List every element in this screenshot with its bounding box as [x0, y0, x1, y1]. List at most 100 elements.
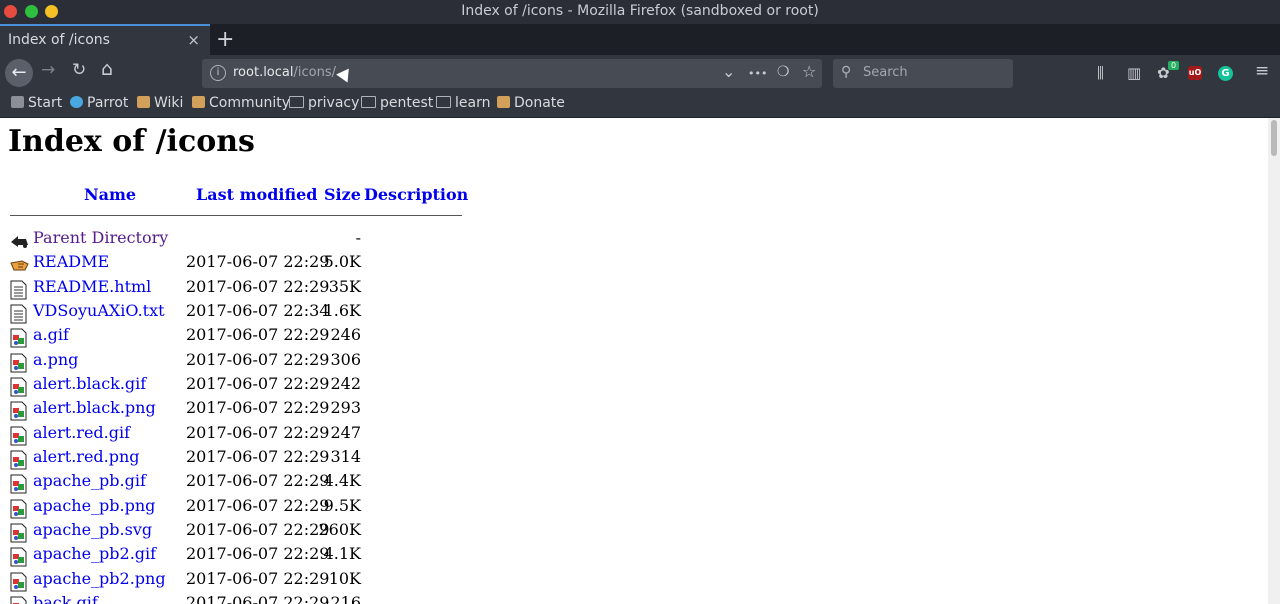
file-link[interactable]: apache_pb.svg — [33, 520, 152, 539]
column-header-last-modified[interactable]: Last modified — [196, 185, 317, 204]
file-size: 9.5K — [323, 495, 361, 515]
file-link[interactable]: Parent Directory — [33, 228, 168, 247]
last-modified: 2017-06-07 22:29 — [186, 592, 330, 604]
file-link[interactable]: alert.red.gif — [33, 423, 130, 442]
file-link[interactable]: apache_pb2.png — [33, 569, 166, 588]
table-row: apache_pb.png 2017-06-07 22:29 9.5K — [0, 496, 470, 520]
table-row: Parent Directory - — [0, 228, 470, 252]
file-size: 260K — [318, 519, 362, 539]
file-size: 293 — [330, 398, 361, 418]
sidebar-icon[interactable]: ▥ — [1127, 64, 1141, 82]
header-divider — [10, 215, 462, 216]
file-link[interactable]: README.html — [33, 277, 151, 296]
vertical-scrollbar[interactable] — [1268, 118, 1280, 604]
ublock-icon[interactable]: uO — [1188, 66, 1202, 80]
last-modified: 2017-06-07 22:29 — [186, 422, 330, 442]
reload-button[interactable]: ↻ — [72, 60, 86, 80]
bookmark-wiki[interactable]: Wiki — [137, 95, 183, 111]
table-row: alert.black.gif 2017-06-07 22:29 242 — [0, 374, 470, 398]
grammarly-icon[interactable]: G — [1218, 66, 1233, 81]
file-link[interactable]: a.png — [33, 350, 78, 369]
text-file-icon — [10, 304, 27, 324]
file-link[interactable]: apache_pb2.gif — [33, 544, 156, 563]
scrollbar-thumb[interactable] — [1271, 120, 1277, 156]
last-modified: 2017-06-07 22:29 — [186, 373, 330, 393]
image-file-icon — [10, 547, 27, 567]
image-file-icon — [10, 474, 27, 494]
image-file-icon — [10, 499, 27, 519]
window-titlebar: Index of /icons - Mozilla Firefox (sandb… — [0, 0, 1280, 24]
library-icon[interactable]: ⫼ — [1097, 64, 1104, 82]
table-row: apache_pb2.gif 2017-06-07 22:29 4.1K — [0, 544, 470, 568]
tab-strip: Index of /icons × + — [0, 24, 1280, 55]
bookmark-donate[interactable]: Donate — [497, 95, 565, 111]
image-file-icon — [10, 401, 27, 421]
file-size: 4.4K — [323, 471, 361, 491]
page-actions-icon[interactable]: ••• — [748, 67, 767, 80]
bookmark-star-icon[interactable]: ☆ — [802, 62, 816, 81]
folder-icon — [436, 96, 451, 108]
file-size: 5.0K — [323, 252, 361, 272]
search-placeholder: Search — [863, 65, 908, 80]
file-size: 246 — [330, 325, 361, 345]
forward-button[interactable]: → — [41, 60, 55, 80]
window-title: Index of /icons - Mozilla Firefox (sandb… — [461, 3, 819, 19]
new-tab-button[interactable]: + — [216, 27, 234, 52]
table-row: apache_pb.gif 2017-06-07 22:29 4.4K — [0, 471, 470, 495]
bookmark-folder-pentest[interactable]: pentest — [361, 95, 433, 111]
image-file-icon — [10, 377, 27, 397]
last-modified: 2017-06-07 22:29 — [186, 519, 330, 539]
file-size: 216 — [330, 592, 361, 604]
file-link[interactable]: README — [33, 252, 109, 271]
donate-icon — [497, 96, 510, 108]
search-box[interactable]: ⚲ Search — [833, 59, 1013, 88]
tab-label: Index of /icons — [8, 32, 110, 48]
bookmark-community[interactable]: Community — [192, 95, 290, 111]
bookmark-parrot[interactable]: Parrot — [70, 95, 128, 111]
text-file-icon — [10, 280, 27, 300]
table-row: README.html 2017-06-07 22:29 35K — [0, 277, 470, 301]
file-link[interactable]: VDSoyuAXiO.txt — [33, 301, 165, 320]
home-button[interactable]: ⌂ — [101, 58, 113, 80]
column-header-description[interactable]: Description — [364, 185, 468, 204]
table-row: alert.black.png 2017-06-07 22:29 293 — [0, 398, 470, 422]
file-size: 242 — [330, 373, 361, 393]
close-icon[interactable]: × — [187, 31, 200, 49]
file-link[interactable]: back.gif — [33, 593, 98, 604]
page-content: Index of /icons Name Last modified Size … — [0, 118, 1268, 604]
file-size: 4.1K — [323, 544, 361, 564]
url-bar[interactable]: i root.local/icons/ ⌄ ••• ❍ ☆ — [202, 59, 822, 88]
column-header-name[interactable]: Name — [84, 185, 136, 204]
pocket-icon[interactable]: ❍ — [777, 64, 790, 80]
file-link[interactable]: apache_pb.gif — [33, 471, 146, 490]
menu-icon[interactable]: ≡ — [1255, 61, 1269, 81]
table-row: alert.red.gif 2017-06-07 22:29 247 — [0, 423, 470, 447]
table-row: README 2017-06-07 22:29 5.0K — [0, 252, 470, 276]
image-file-icon — [10, 572, 27, 592]
image-file-icon — [10, 450, 27, 470]
table-row: VDSoyuAXiO.txt 2017-06-07 22:34 1.6K — [0, 301, 470, 325]
file-size: 247 — [330, 422, 361, 442]
parrot-icon — [70, 96, 83, 108]
back-button[interactable]: ← — [5, 59, 33, 87]
file-link[interactable]: alert.red.png — [33, 447, 140, 466]
community-icon — [192, 96, 205, 108]
info-icon[interactable]: i — [210, 65, 226, 81]
file-link[interactable]: alert.black.gif — [33, 374, 146, 393]
chevron-down-icon[interactable]: ⌄ — [722, 62, 735, 81]
column-header-size[interactable]: Size — [324, 185, 361, 204]
last-modified: 2017-06-07 22:29 — [186, 325, 330, 345]
file-link[interactable]: apache_pb.png — [33, 496, 155, 515]
image-file-icon — [10, 353, 27, 373]
bookmark-star-icon — [11, 96, 24, 108]
url-text[interactable]: root.local/icons/ — [233, 65, 336, 80]
bookmark-start[interactable]: Start — [11, 95, 62, 111]
nav-toolbar: ← → ↻ ⌂ i root.local/icons/ ⌄ ••• ❍ ☆ ⚲ … — [0, 55, 1280, 92]
tab-index-of-icons[interactable]: Index of /icons × — [0, 24, 210, 55]
page-title: Index of /icons — [8, 124, 255, 159]
file-link[interactable]: a.gif — [33, 325, 69, 344]
bookmark-folder-privacy[interactable]: privacy — [289, 95, 359, 111]
bookmark-folder-learn[interactable]: learn — [436, 95, 490, 111]
file-link[interactable]: alert.black.png — [33, 398, 156, 417]
file-size: 10K — [328, 568, 361, 588]
